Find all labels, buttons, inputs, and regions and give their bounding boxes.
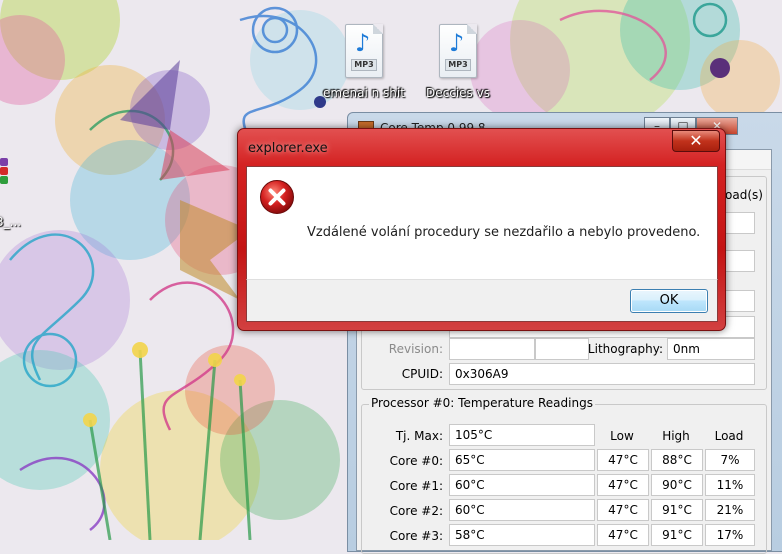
low-column-header: Low — [610, 429, 634, 443]
core-load: 21% — [705, 499, 755, 521]
lithography-label: Lithography: — [587, 342, 663, 356]
partial-desktop-icon[interactable] — [0, 158, 8, 185]
revision-value — [449, 338, 535, 360]
core-low: 47°C — [597, 524, 649, 546]
dialog-content: Vzdálené volání procedury se nezdařilo a… — [246, 166, 718, 279]
core-high: 88°C — [651, 449, 703, 471]
core-low: 47°C — [597, 474, 649, 496]
partial-icon-label: 3_... — [0, 215, 22, 229]
core-temp: 60°C — [449, 474, 595, 496]
error-dialog[interactable]: explorer.exe ✕ Vzdálené volání procedury… — [237, 128, 726, 331]
temperature-readings-title: Processor #0: Temperature Readings — [369, 396, 595, 410]
cpuid-value: 0x306A9 — [449, 363, 755, 385]
core-low: 47°C — [597, 449, 649, 471]
mp3-file-icon: ♪ MP3 — [439, 24, 477, 78]
core-temp: 58°C — [449, 524, 595, 546]
cpuid-label: CPUID: — [401, 367, 443, 381]
tjmax-value: 105°C — [449, 424, 595, 446]
ok-button[interactable]: OK — [630, 289, 708, 313]
desktop-icon-mp3-2[interactable]: ♪ MP3 Deccies vs — [415, 24, 501, 100]
core-low: 47°C — [597, 499, 649, 521]
core-high: 90°C — [651, 474, 703, 496]
dialog-close-button[interactable]: ✕ — [672, 130, 720, 152]
desktop-icon-mp3-1[interactable]: ♪ MP3 emenai n shit — [321, 24, 407, 100]
core-label: Core #1: — [389, 479, 443, 493]
core-temp: 65°C — [449, 449, 595, 471]
revision-label: Revision: — [388, 342, 443, 356]
dialog-footer: OK — [246, 279, 718, 322]
core-load: 7% — [705, 449, 755, 471]
core-load: 17% — [705, 524, 755, 546]
core-high: 91°C — [651, 499, 703, 521]
core-label: Core #0: — [389, 454, 443, 468]
desktop-icon-label: Deccies vs — [426, 86, 490, 100]
dialog-message: Vzdálené volání procedury se nezdařilo a… — [307, 225, 701, 240]
tjmax-label: Tj. Max: — [395, 429, 443, 443]
core-label: Core #2: — [389, 504, 443, 518]
desktop-icon-label: emenai n shit — [323, 86, 405, 100]
revision-spacer — [535, 338, 589, 360]
mp3-file-icon: ♪ MP3 — [345, 24, 383, 78]
core-label: Core #3: — [389, 529, 443, 543]
core-load: 11% — [705, 474, 755, 496]
error-icon — [260, 180, 294, 214]
load-column-header: Load — [714, 429, 744, 443]
high-column-header: High — [662, 429, 690, 443]
core-high: 91°C — [651, 524, 703, 546]
dialog-title: explorer.exe — [248, 141, 328, 156]
lithography-value: 0nm — [667, 338, 755, 360]
core-temp: 60°C — [449, 499, 595, 521]
